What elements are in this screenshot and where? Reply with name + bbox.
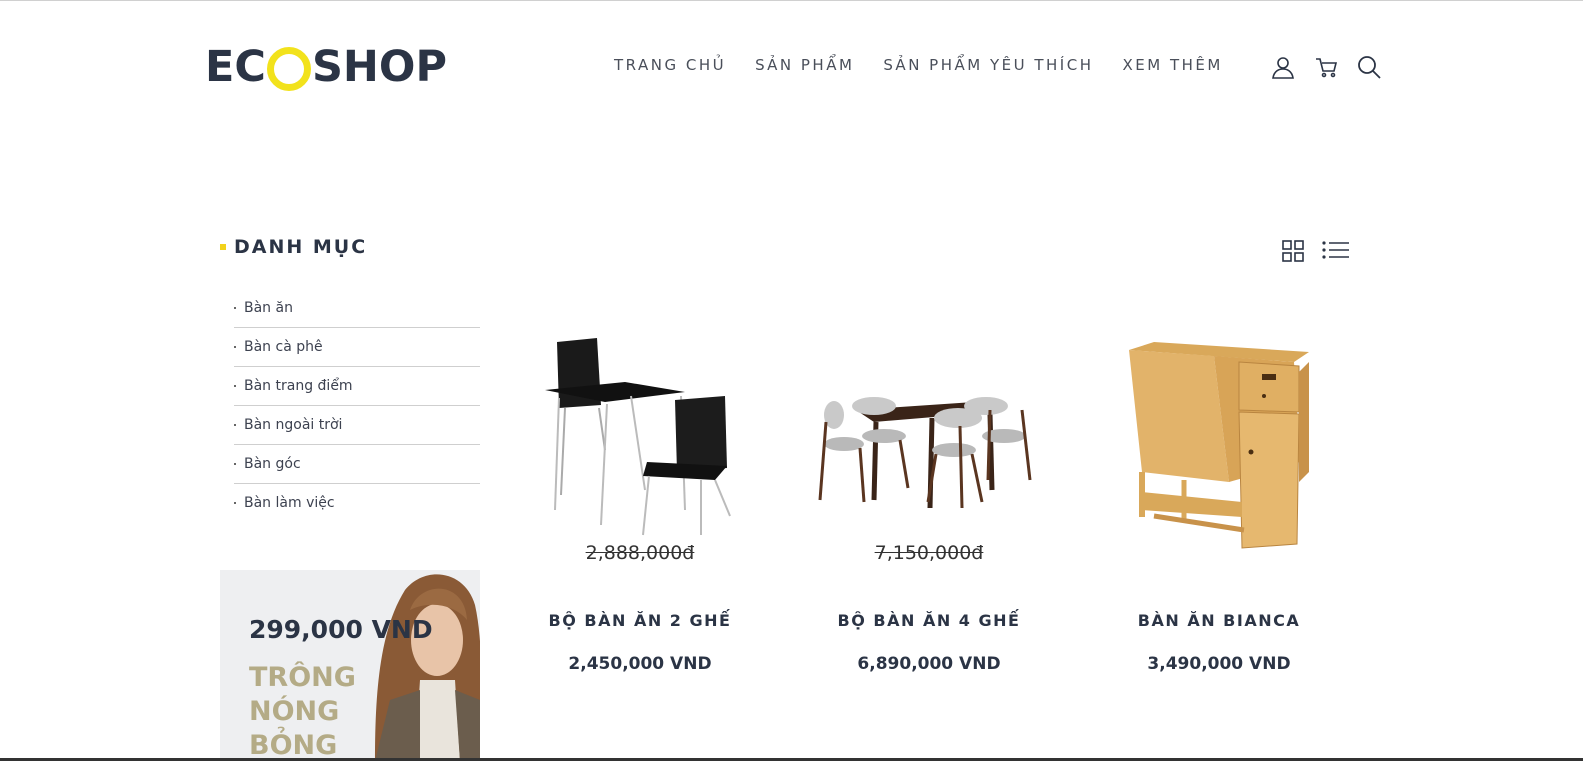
product-card[interactable]: BÀN ĂN BIANCA 3,490,000 VND	[1094, 330, 1344, 674]
product-price: 6,890,000 VND	[857, 654, 1001, 674]
model-photo	[335, 570, 480, 761]
product-image-table-4-chairs	[818, 397, 1032, 509]
category-title: DANH MỤC	[234, 236, 368, 258]
promo-price: 299,000 VND	[249, 615, 433, 644]
nav-more[interactable]: XEM THÊM	[1122, 56, 1222, 74]
main-nav: TRANG CHỦ SẢN PHẨM SẢN PHẨM YÊU THÍCH XE…	[614, 56, 1223, 74]
category-list: Bàn ăn Bàn cà phê Bàn trang điểm Bàn ngo…	[234, 289, 480, 522]
category-item-work-desk[interactable]: Bàn làm việc	[234, 484, 480, 522]
top-border	[0, 0, 1583, 1]
category-item-dining-table[interactable]: Bàn ăn	[234, 289, 480, 328]
nav-home[interactable]: TRANG CHỦ	[614, 56, 726, 74]
promo-line-2: NÓNG	[249, 696, 340, 727]
category-item-outdoor-table[interactable]: Bàn ngoài trời	[234, 406, 480, 445]
grid-view-icon[interactable]	[1282, 240, 1304, 266]
category-label: Bàn ăn	[244, 300, 293, 316]
product-price: 3,490,000 VND	[1147, 654, 1291, 674]
category-heading: DANH MỤC	[220, 236, 367, 258]
logo-text-shop: SHOP	[311, 42, 447, 92]
cart-icon[interactable]	[1314, 54, 1340, 80]
category-label: Bàn góc	[244, 456, 301, 472]
ecoshop-logo[interactable]: E C SHOP	[205, 42, 447, 92]
user-icon[interactable]	[1270, 54, 1296, 80]
logo-letter-e: E	[205, 42, 235, 92]
category-label: Bàn trang điểm	[244, 378, 353, 394]
product-price: 2,450,000 VND	[568, 654, 712, 674]
product-name[interactable]: BỘ BÀN ĂN 2 GHẾ	[495, 611, 785, 630]
bullet	[234, 385, 236, 387]
bullet	[234, 463, 236, 465]
product-old-price: 7,150,000đ	[874, 542, 984, 564]
category-item-vanity-table[interactable]: Bàn trang điểm	[234, 367, 480, 406]
nav-products[interactable]: SẢN PHẨM	[755, 56, 854, 74]
bullet	[234, 307, 236, 309]
search-icon[interactable]	[1356, 54, 1382, 80]
category-label: Bàn cà phê	[244, 339, 323, 355]
bullet	[234, 346, 236, 348]
category-item-coffee-table[interactable]: Bàn cà phê	[234, 328, 480, 367]
logo-ring-icon	[266, 47, 311, 91]
product-card[interactable]: 2,888,000đ BỘ BÀN ĂN 2 GHẾ 2,450,000 VND	[515, 330, 765, 674]
product-name[interactable]: BÀN ĂN BIANCA	[1074, 611, 1364, 630]
nav-favorites[interactable]: SẢN PHẨM YÊU THÍCH	[883, 56, 1093, 74]
product-card[interactable]: 7,150,000đ BỘ BÀN ĂN 4 GHẾ 6,890,000 VND	[804, 330, 1054, 674]
bullet	[234, 424, 236, 426]
category-item-corner-table[interactable]: Bàn góc	[234, 445, 480, 484]
list-view-icon[interactable]	[1322, 240, 1350, 266]
promo-banner[interactable]: 299,000 VND TRÔNG NÓNG BỎNG	[220, 570, 480, 761]
category-label: Bàn ngoài trời	[244, 417, 343, 433]
heading-marker	[220, 244, 226, 250]
category-label: Bàn làm việc	[244, 495, 335, 511]
promo-line-3: BỎNG	[249, 730, 338, 761]
product-image-table-2-chairs	[545, 338, 731, 536]
product-name[interactable]: BỘ BÀN ĂN 4 GHẾ	[784, 611, 1074, 630]
logo-c-letter: C	[234, 42, 266, 92]
bullet	[234, 502, 236, 504]
product-old-price: 2,888,000đ	[585, 542, 695, 564]
promo-line-1: TRÔNG	[249, 662, 356, 693]
product-image-bianca-table	[1129, 342, 1309, 549]
